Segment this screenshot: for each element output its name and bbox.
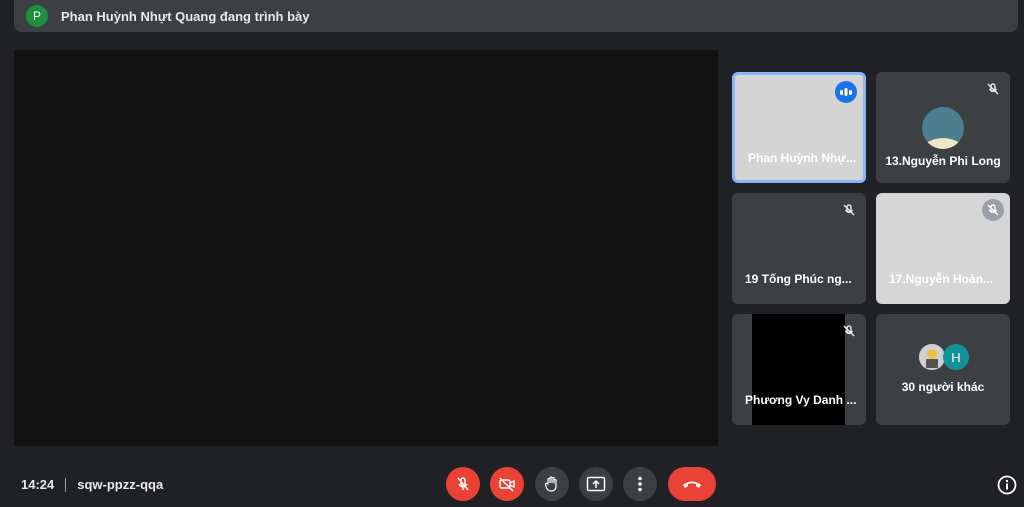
participant-tile[interactable]: Phan Huỳnh Nhự... [732,72,866,183]
present-screen-button[interactable] [579,467,613,501]
participant-tile[interactable]: 13.Nguyễn Phi Long [876,72,1010,183]
participant-tile[interactable]: 19 Tống Phúc ng... [732,193,866,304]
presenter-avatar: P [26,5,48,27]
presenting-banner: P Phan Huỳnh Nhựt Quang đang trình bày [14,0,1018,32]
mic-off-icon [982,199,1004,221]
camera-off-icon [499,477,515,492]
participant-name: 17.Nguyễn Hoàn... [889,272,994,286]
meeting-details-button[interactable] [996,474,1018,496]
info-icon [997,475,1017,495]
others-count-label: 30 người khác [901,380,985,394]
avatar [919,344,945,370]
participant-name: 19 Tống Phúc ng... [745,272,852,286]
mic-off-icon [457,477,469,491]
presenting-text: Phan Huỳnh Nhựt Quang đang trình bày [61,8,310,24]
hand-icon [544,476,557,492]
more-vert-icon [638,476,642,492]
presentation-stage[interactable] [14,50,718,446]
participant-tile[interactable]: 17.Nguyễn Hoàn... [876,193,1010,304]
present-icon [586,476,606,492]
control-bar: 14:24 sqw-ppzz-qqa [0,456,1024,507]
divider [65,477,67,492]
participant-tile[interactable]: Phương Vy Danh ... [732,314,866,425]
mic-off-icon [838,199,860,221]
avatar [922,107,964,149]
mic-off-icon [982,78,1004,100]
participant-name: Phương Vy Danh ... [745,393,857,407]
participant-name: 13.Nguyễn Phi Long [885,154,1001,168]
others-tile[interactable]: H 30 người khác [876,314,1010,425]
microphone-toggle-button[interactable] [446,467,480,501]
avatar: H [943,344,969,370]
hang-up-icon [683,481,701,488]
clock-time: 14:24 [21,477,55,492]
leave-call-button[interactable] [668,467,716,501]
participant-name: Phan Huỳnh Nhự... [748,151,857,165]
meeting-code: sqw-ppzz-qqa [77,477,164,492]
video-feed [752,314,845,425]
more-options-button[interactable] [623,467,657,501]
raise-hand-button[interactable] [535,467,569,501]
mic-off-icon [838,320,860,342]
speaking-indicator-icon [835,81,857,103]
camera-toggle-button[interactable] [490,467,524,501]
meeting-info: 14:24 sqw-ppzz-qqa [21,477,163,492]
